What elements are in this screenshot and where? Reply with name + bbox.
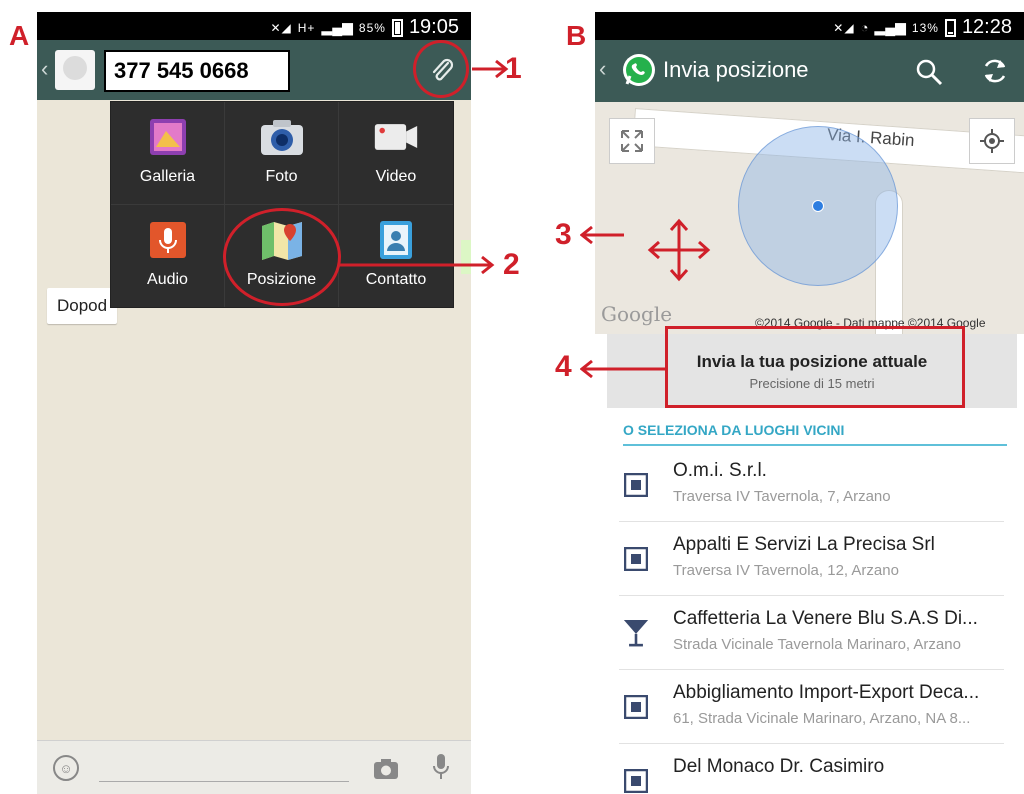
clock: 19:05 <box>408 16 459 38</box>
my-location-button[interactable] <box>969 118 1015 164</box>
message-input-bar: ☺ <box>37 740 471 794</box>
callout-4: 4 <box>555 350 572 383</box>
back-icon[interactable]: ‹ <box>599 56 606 82</box>
video-icon <box>373 114 419 160</box>
attach-gallery-label: Galleria <box>139 168 196 185</box>
search-icon[interactable] <box>915 58 943 91</box>
attach-photo[interactable]: Foto <box>225 102 339 205</box>
avatar[interactable] <box>55 50 95 90</box>
callout-3: 3 <box>555 218 572 251</box>
chat-header: ‹ 377 545 0668 <box>37 40 471 100</box>
place-name: Abbigliamento Import-Export Deca... <box>673 682 980 703</box>
attach-gallery[interactable]: Galleria <box>111 102 225 205</box>
message-bubble: Dopod <box>47 288 118 324</box>
battery-icon <box>944 18 956 37</box>
place-item[interactable]: O.m.i. S.r.l. Traversa IV Tavernola, 7, … <box>619 448 1004 522</box>
place-item[interactable]: Appalti E Servizi La Precisa Srl Travers… <box>619 522 1004 596</box>
attach-audio-label: Audio <box>147 270 188 288</box>
place-address: 61, Strada Vicinale Marinaro, Arzano, NA… <box>673 710 971 727</box>
crosshair-icon <box>980 129 1004 153</box>
attach-audio[interactable]: Audio <box>111 204 225 307</box>
back-icon[interactable]: ‹ <box>41 56 48 82</box>
network-type: H+ <box>297 20 316 35</box>
building-icon <box>623 546 649 572</box>
callout-letter-a: A <box>9 20 30 51</box>
callout-letter-b: B <box>566 20 587 51</box>
mute-icon: ✕◢ <box>833 20 855 35</box>
camera-small-icon[interactable] <box>373 758 399 785</box>
highlight-ring-attach <box>413 40 469 98</box>
mute-icon: ✕◢ <box>270 20 292 35</box>
phone-a-chat-screen: ✕◢ H+ ▂▄▆ 85% 19:05 ‹ 377 545 0668 Dopod… <box>37 12 471 794</box>
battery-percent: 85% <box>358 20 386 35</box>
fullscreen-button[interactable] <box>609 118 655 164</box>
app-header: ‹ Invia posizione <box>595 40 1024 102</box>
place-item[interactable]: Abbigliamento Import-Export Deca... 61, … <box>619 670 1004 744</box>
location-dot <box>812 200 824 212</box>
nearby-places-header: O SELEZIONA DA LUOGHI VICINI <box>623 416 1007 446</box>
wifi-icon: ◔ <box>860 20 869 35</box>
arrow-2 <box>338 255 495 275</box>
battery-icon <box>391 18 403 37</box>
mic-icon[interactable] <box>433 753 449 786</box>
whatsapp-logo-icon[interactable] <box>621 52 657 93</box>
place-name: Appalti E Servizi La Precisa Srl <box>673 534 935 555</box>
gallery-icon <box>145 114 191 160</box>
microphone-icon <box>145 217 191 263</box>
place-address: Traversa IV Tavernola, 12, Arzano <box>673 562 899 579</box>
screen-title: Invia posizione <box>663 57 809 82</box>
signal-icon: ▂▄▆ <box>321 19 353 35</box>
expand-icon <box>621 130 643 152</box>
arrow-3 <box>580 225 624 245</box>
attach-photo-label: Foto <box>265 168 298 185</box>
signal-icon: ▂▄▆ <box>874 19 906 35</box>
highlight-ring-location <box>223 208 341 306</box>
place-item[interactable]: Caffetteria La Venere Blu S.A.S Di... St… <box>619 596 1004 670</box>
phone-b-send-location-screen: ✕◢ ◔ ▂▄▆ 13% 12:28 ‹ Invia posizione Via… <box>595 12 1024 794</box>
contact-name[interactable]: 377 545 0668 <box>104 50 290 92</box>
attach-video[interactable]: Video <box>339 102 453 205</box>
camera-icon <box>259 114 305 160</box>
status-bar: ✕◢ ◔ ▂▄▆ 13% 12:28 <box>595 12 1024 40</box>
emoji-icon[interactable]: ☺ <box>53 755 79 781</box>
place-address: Traversa IV Tavernola, 7, Arzano <box>673 488 891 505</box>
status-bar: ✕◢ H+ ▂▄▆ 85% 19:05 <box>37 12 471 40</box>
attach-video-label: Video <box>375 168 417 185</box>
place-item[interactable]: Del Monaco Dr. Casimiro <box>619 744 1004 794</box>
callout-2: 2 <box>503 248 520 281</box>
map-view[interactable]: Via I. Rabin Google ©2014 Google - Dati … <box>595 102 1024 334</box>
building-icon <box>623 768 649 794</box>
place-address: Strada Vicinale Tavernola Marinaro, Arza… <box>673 636 961 653</box>
pan-arrows-icon <box>647 218 711 287</box>
callout-1: 1 <box>505 52 522 85</box>
arrow-1 <box>472 59 509 79</box>
place-name: Del Monaco Dr. Casimiro <box>673 756 885 777</box>
cocktail-icon <box>623 620 649 647</box>
clock: 12:28 <box>961 16 1012 38</box>
building-icon <box>623 472 649 498</box>
battery-percent: 13% <box>911 20 939 35</box>
google-logo: Google <box>601 302 673 326</box>
place-name: O.m.i. S.r.l. <box>673 460 767 481</box>
message-input[interactable] <box>99 781 349 782</box>
building-icon <box>623 694 649 720</box>
place-name: Caffetteria La Venere Blu S.A.S Di... <box>673 608 978 629</box>
highlight-box-send <box>665 326 965 408</box>
refresh-icon[interactable] <box>980 56 1010 91</box>
arrow-4 <box>580 359 668 379</box>
